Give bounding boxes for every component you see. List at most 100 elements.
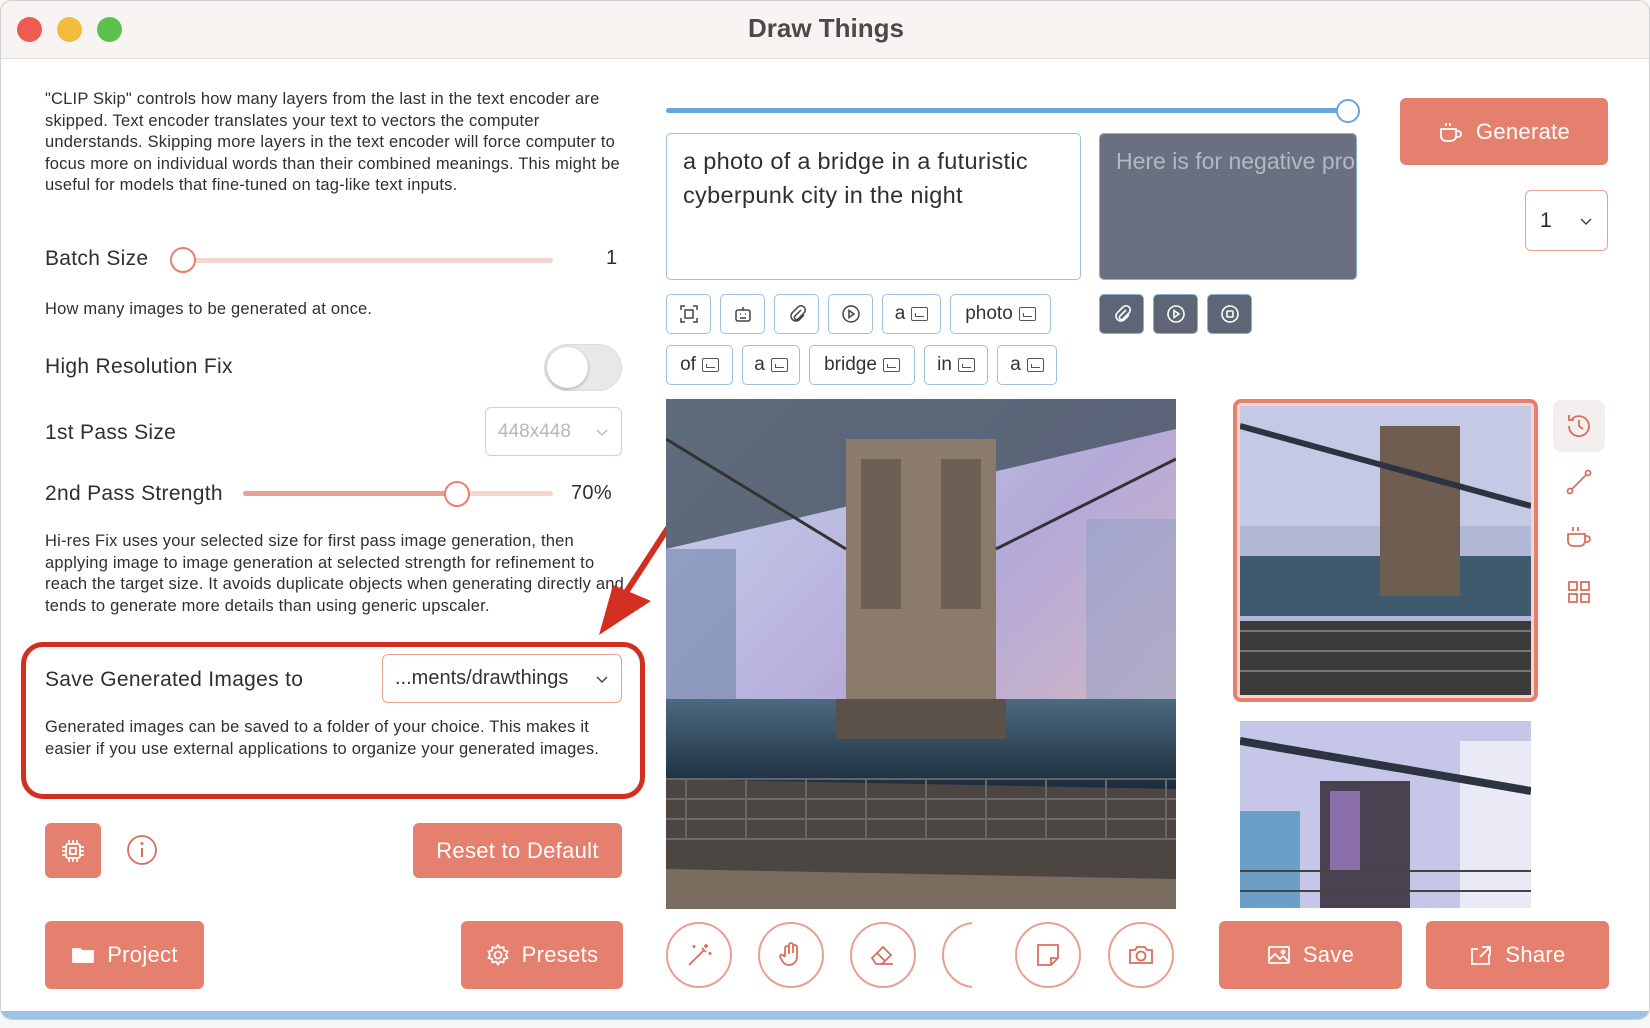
- title-bar: Draw Things: [1, 1, 1649, 59]
- folder-icon: [72, 948, 95, 963]
- return-icon: [1026, 358, 1044, 372]
- magic-wand-icon: [688, 944, 712, 966]
- play-icon: [841, 305, 860, 323]
- return-icon: [911, 307, 929, 321]
- curve-button[interactable]: [1553, 456, 1605, 508]
- info-icon: [127, 835, 157, 865]
- return-icon: [701, 358, 719, 372]
- select-tool-chip[interactable]: [666, 294, 711, 334]
- project-button[interactable]: Project: [45, 921, 204, 989]
- prompt-strength-slider[interactable]: [666, 108, 1348, 113]
- clip-skip-description: "CLIP Skip" controls how many layers fro…: [45, 90, 620, 194]
- attach-chip[interactable]: [774, 294, 819, 334]
- presets-button[interactable]: Presets: [461, 921, 623, 989]
- camera-icon: [1129, 946, 1153, 964]
- play-icon: [1166, 305, 1185, 323]
- second-pass-knob[interactable]: [444, 481, 470, 507]
- coffee-button[interactable]: [1553, 511, 1605, 563]
- share-icon: [1471, 946, 1492, 965]
- history-thumbnail-selected[interactable]: [1233, 399, 1538, 702]
- save-images-description: Generated images can be saved to a folde…: [45, 718, 600, 758]
- hand-icon: [779, 942, 798, 966]
- save-location-select[interactable]: ...ments/drawthings: [382, 654, 622, 703]
- share-button[interactable]: Share: [1426, 921, 1609, 989]
- save-button-label: Save: [1302, 942, 1355, 967]
- first-pass-select[interactable]: 448x448: [485, 407, 622, 456]
- paperclip-icon: [789, 305, 806, 322]
- high-res-fix-label: High Resolution Fix: [45, 355, 233, 378]
- token-text: of: [680, 354, 696, 375]
- token-chip[interactable]: bridge: [809, 345, 915, 385]
- token-chip[interactable]: a: [882, 294, 941, 334]
- partial-tool-circle: [942, 922, 972, 988]
- token-text: in: [937, 354, 952, 375]
- image-count-select[interactable]: 1: [1525, 190, 1608, 251]
- first-pass-value: 448x448: [498, 420, 571, 442]
- eraser-icon: [870, 945, 893, 965]
- token-chip[interactable]: a: [997, 345, 1057, 385]
- token-chip[interactable]: photo: [950, 294, 1051, 334]
- image-icon: [1267, 946, 1290, 964]
- second-pass-slider[interactable]: [243, 491, 553, 496]
- app-window: Draw Things "CLIP Skip" controls how man…: [0, 0, 1650, 1020]
- note-icon: [1037, 944, 1059, 966]
- eraser-tool[interactable]: [850, 922, 916, 988]
- save-images-label: Save Generated Images to: [45, 668, 304, 691]
- robot-tool-chip[interactable]: [720, 294, 765, 334]
- negative-prompt-input[interactable]: Here is for negative prompt: [1099, 133, 1357, 280]
- save-location-value: ...ments/drawthings: [395, 667, 569, 689]
- token-text: bridge: [824, 354, 877, 375]
- negative-stop-chip[interactable]: [1207, 294, 1252, 334]
- sticky-note-tool[interactable]: [1015, 922, 1081, 988]
- token-chip[interactable]: a: [742, 345, 800, 385]
- batch-size-slider[interactable]: [183, 258, 553, 263]
- prompt-strength-knob[interactable]: [1336, 99, 1360, 123]
- coffee-icon: [1440, 122, 1462, 142]
- positive-prompt-input[interactable]: a photo of a bridge in a futuristic cybe…: [666, 133, 1081, 280]
- chevron-down-icon: [596, 675, 608, 683]
- coffee-icon: [1567, 527, 1591, 547]
- generate-button[interactable]: Generate: [1400, 98, 1608, 165]
- history-button[interactable]: [1553, 400, 1605, 452]
- thumbnail-image: [1239, 406, 1532, 695]
- history-icon: [1568, 415, 1590, 438]
- negative-play-chip[interactable]: [1153, 294, 1198, 334]
- grid-button[interactable]: [1553, 566, 1605, 618]
- camera-tool[interactable]: [1108, 922, 1174, 988]
- share-button-label: Share: [1505, 942, 1566, 967]
- return-icon: [882, 358, 900, 372]
- gear-icon: [486, 943, 509, 967]
- chevron-down-icon: [596, 428, 608, 436]
- token-text: photo: [965, 303, 1013, 324]
- token-chip[interactable]: of: [666, 345, 733, 385]
- negative-attach-chip[interactable]: [1099, 294, 1144, 334]
- magic-wand-tool[interactable]: [666, 922, 732, 988]
- token-chip[interactable]: in: [924, 345, 988, 385]
- cpu-button[interactable]: [45, 823, 101, 878]
- first-pass-label: 1st Pass Size: [45, 421, 177, 444]
- batch-size-knob[interactable]: [170, 247, 196, 273]
- hand-tool[interactable]: [758, 922, 824, 988]
- paperclip-icon: [1114, 304, 1131, 322]
- second-pass-label: 2nd Pass Strength: [45, 482, 223, 505]
- token-text: a: [754, 354, 765, 375]
- window-title: Draw Things: [747, 13, 904, 43]
- canvas-image[interactable]: [666, 399, 1176, 909]
- bottom-strip: [1, 1011, 1649, 1019]
- hires-description: Hi-res Fix uses your selected size for f…: [45, 532, 624, 615]
- grid-icon: [1568, 581, 1590, 603]
- info-button[interactable]: [126, 834, 158, 866]
- batch-size-value: 1: [606, 247, 618, 269]
- curve-icon: [1566, 469, 1592, 495]
- save-button[interactable]: Save: [1219, 921, 1402, 989]
- high-res-fix-toggle[interactable]: [544, 344, 622, 391]
- reset-to-default-button[interactable]: Reset to Default: [413, 823, 622, 878]
- image-count-value: 1: [1540, 208, 1552, 232]
- stop-icon: [1220, 305, 1239, 323]
- token-text: a: [894, 303, 906, 324]
- return-icon: [957, 358, 975, 372]
- play-chip[interactable]: [828, 294, 873, 334]
- token-text: a: [1010, 354, 1021, 375]
- partial-tool[interactable]: [942, 922, 972, 988]
- history-thumbnail[interactable]: [1240, 721, 1531, 908]
